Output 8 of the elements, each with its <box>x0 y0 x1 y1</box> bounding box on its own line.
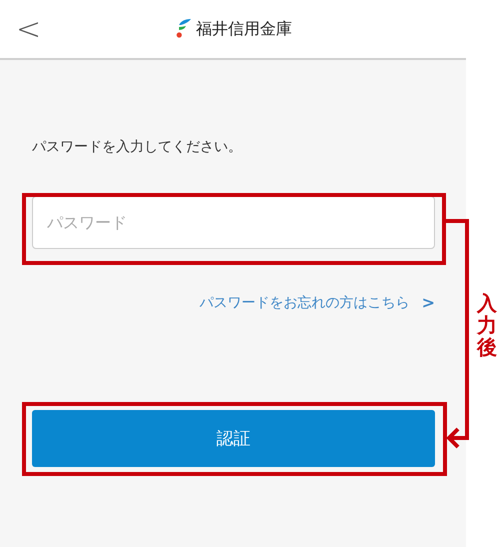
password-field[interactable]: パスワード <box>32 196 435 249</box>
chevron-icon: > <box>422 293 435 312</box>
back-button[interactable]: < <box>6 12 52 46</box>
forgot-password-link[interactable]: パスワードをお忘れの方はこちら <box>200 294 410 312</box>
instruction-text: パスワードを入力してください。 <box>32 138 243 156</box>
bank-name: 福井信用金庫 <box>196 18 292 40</box>
authenticate-button[interactable]: 認証 <box>32 410 435 467</box>
annotation-label: 入力後 <box>477 292 497 358</box>
